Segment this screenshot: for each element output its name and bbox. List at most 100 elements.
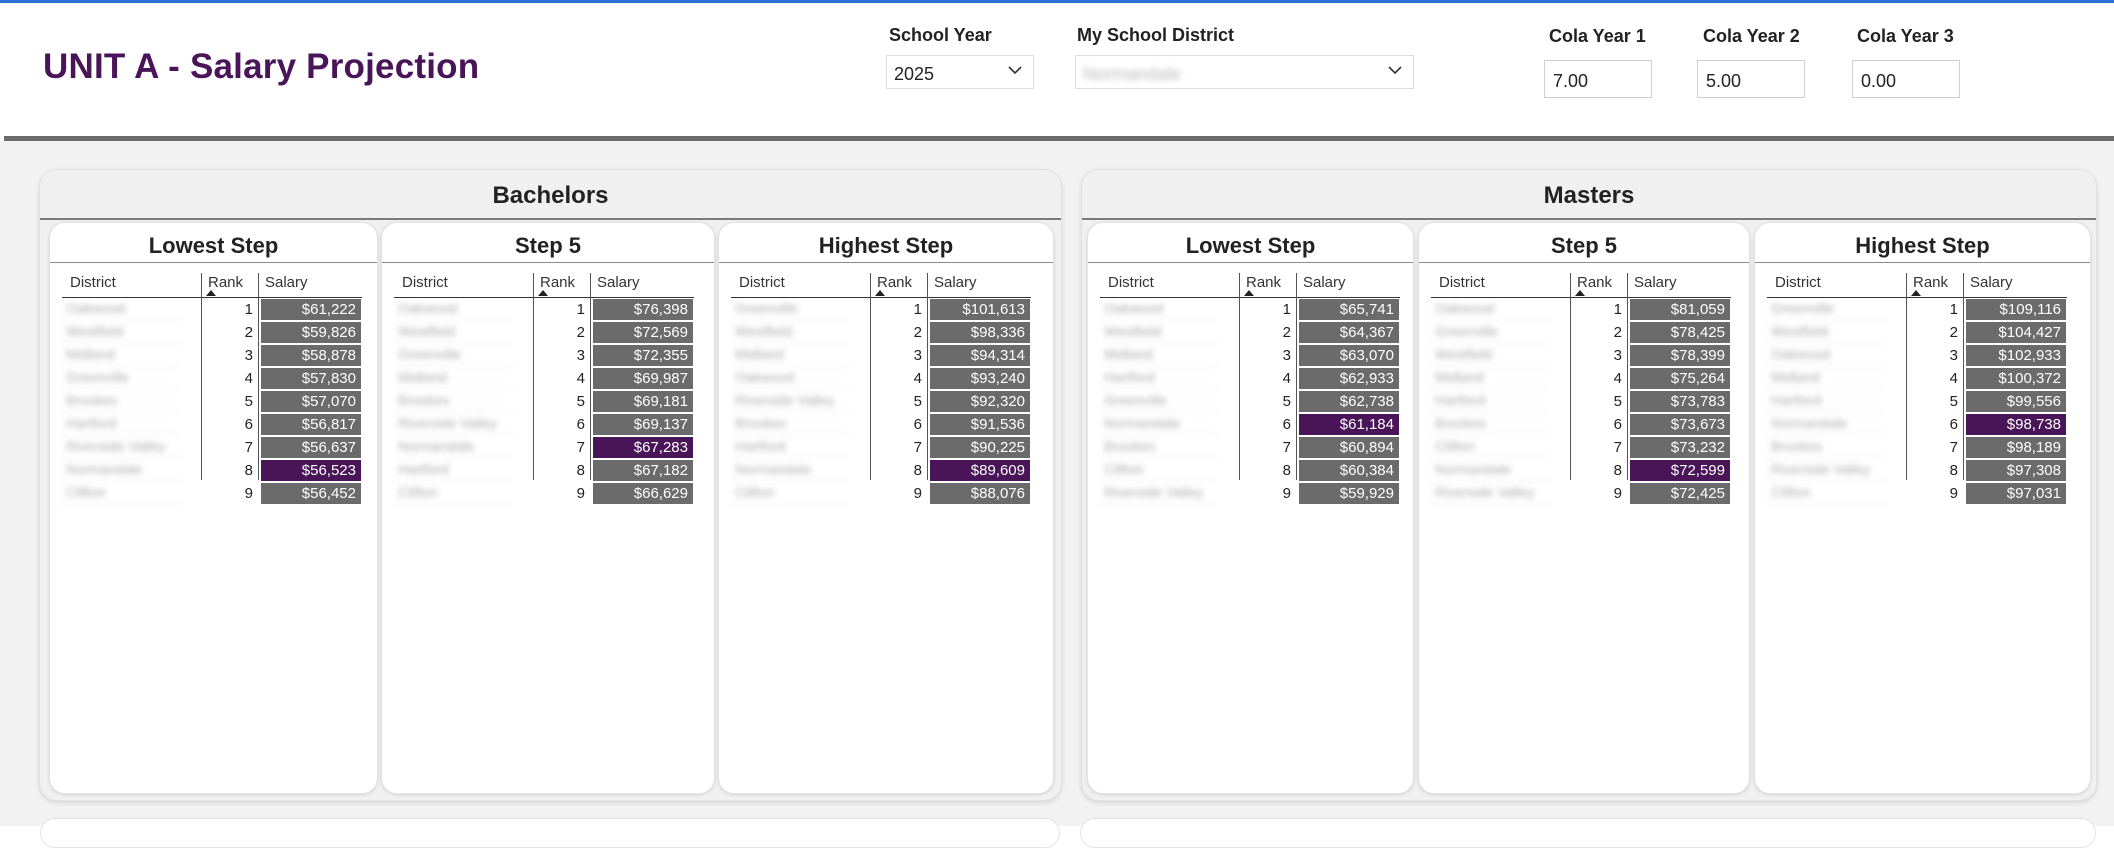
sort-ascending-icon: [1575, 290, 1585, 296]
table-row[interactable]: Brookes 7 $60,894: [1100, 436, 1400, 459]
table-row[interactable]: Clifton 9 $97,031: [1767, 482, 2067, 505]
salary-cell: $91,536: [930, 414, 1030, 435]
card-title: Highest Step: [1855, 233, 1990, 258]
table-row[interactable]: Clifton 9 $66,629: [394, 482, 694, 505]
table-row[interactable]: Clifton 8 $60,384: [1100, 459, 1400, 482]
salary-cell: $59,826: [261, 322, 361, 343]
column-header-rank[interactable]: Rank: [877, 274, 912, 291]
district-cell: Brookes: [394, 392, 512, 412]
column-header-rank[interactable]: Rank: [1246, 274, 1281, 291]
table-row[interactable]: Hartford 4 $62,933: [1100, 367, 1400, 390]
table-row[interactable]: Hartford 5 $99,556: [1767, 390, 2067, 413]
table-row[interactable]: Riverside Valley 6 $69,137: [394, 413, 694, 436]
district-cell: Clifton: [1767, 484, 1885, 504]
cola-year-2-input[interactable]: 5.00: [1697, 60, 1805, 98]
table-row[interactable]: Westfield 2 $64,367: [1100, 321, 1400, 344]
district-cell: Normandale: [1431, 461, 1549, 481]
table-row[interactable]: Hartford 8 $67,182: [394, 459, 694, 482]
column-header-salary[interactable]: Salary: [1634, 274, 1677, 291]
rank-cell: 7: [1613, 439, 1622, 456]
table-row[interactable]: Brookes 7 $98,189: [1767, 436, 2067, 459]
table-row[interactable]: Brookes 5 $69,181: [394, 390, 694, 413]
sort-ascending-icon: [875, 290, 885, 296]
table-row[interactable]: Westfield 2 $72,569: [394, 321, 694, 344]
table-row[interactable]: Riverside Valley 7 $56,637: [62, 436, 362, 459]
table-row[interactable]: Oakwood 1 $76,398: [394, 298, 694, 321]
table-row[interactable]: Greenville 3 $72,355: [394, 344, 694, 367]
table-row[interactable]: Normandale 8 $72,599: [1431, 459, 1731, 482]
table-row[interactable]: Oakwood 3 $102,933: [1767, 344, 2067, 367]
school-year-select[interactable]: 2025: [886, 55, 1034, 89]
column-header-salary[interactable]: Salary: [1970, 274, 2013, 291]
table-row[interactable]: Brookes 6 $91,536: [731, 413, 1031, 436]
table-row[interactable]: Hartford 5 $73,783: [1431, 390, 1731, 413]
table-row[interactable]: Oakwood 4 $93,240: [731, 367, 1031, 390]
table-row[interactable]: Hartford 7 $90,225: [731, 436, 1031, 459]
salary-cell: $56,637: [261, 437, 361, 458]
table-row[interactable]: Riverside Valley 9 $59,929: [1100, 482, 1400, 505]
column-header-rank[interactable]: Rank: [208, 274, 243, 291]
column-header-district[interactable]: District: [70, 274, 116, 291]
column-header-salary[interactable]: Salary: [1303, 274, 1346, 291]
table-row[interactable]: Westfield 3 $78,399: [1431, 344, 1731, 367]
table-header: District Rank Salary: [1100, 273, 1400, 298]
table-row[interactable]: Midland 3 $63,070: [1100, 344, 1400, 367]
table-row[interactable]: Hartford 6 $56,817: [62, 413, 362, 436]
table-row[interactable]: Riverside Valley 9 $72,425: [1431, 482, 1731, 505]
column-header-salary[interactable]: Salary: [265, 274, 308, 291]
table-row[interactable]: Clifton 9 $56,452: [62, 482, 362, 505]
table-row[interactable]: Westfield 2 $104,427: [1767, 321, 2067, 344]
district-cell: Midland: [1431, 369, 1549, 389]
table-row[interactable]: Brookes 6 $73,673: [1431, 413, 1731, 436]
table-row[interactable]: Greenville 5 $62,738: [1100, 390, 1400, 413]
column-header-salary[interactable]: Salary: [597, 274, 640, 291]
salary-cell: $62,933: [1299, 368, 1399, 389]
table-row[interactable]: Normandale 8 $89,609: [731, 459, 1031, 482]
table-row[interactable]: Greenville 2 $78,425: [1431, 321, 1731, 344]
table-row[interactable]: Clifton 7 $73,232: [1431, 436, 1731, 459]
district-cell: Clifton: [731, 484, 849, 504]
table-row[interactable]: Midland 4 $69,987: [394, 367, 694, 390]
table-row[interactable]: Greenville 1 $101,613: [731, 298, 1031, 321]
district-cell: Brookes: [731, 415, 849, 435]
salary-cell: $99,556: [1966, 391, 2066, 412]
rank-cell: 8: [913, 462, 922, 479]
salary-cell: $60,384: [1299, 460, 1399, 481]
table-row[interactable]: Normandale 8 $56,523: [62, 459, 362, 482]
column-header-salary[interactable]: Salary: [934, 274, 977, 291]
table-row[interactable]: Clifton 9 $88,076: [731, 482, 1031, 505]
column-header-district[interactable]: District: [739, 274, 785, 291]
column-header-rank[interactable]: Rank: [540, 274, 575, 291]
table-row[interactable]: Riverside Valley 8 $97,308: [1767, 459, 2067, 482]
table-row[interactable]: Midland 4 $75,264: [1431, 367, 1731, 390]
table-row[interactable]: Midland 3 $94,314: [731, 344, 1031, 367]
card-divider: [1419, 262, 1749, 263]
district-cell: Midland: [1100, 346, 1218, 366]
table-row[interactable]: Normandale 6 $61,184: [1100, 413, 1400, 436]
table-row[interactable]: Normandale 7 $67,283: [394, 436, 694, 459]
salary-cell: $66,629: [593, 483, 693, 504]
table-row[interactable]: Midland 4 $100,372: [1767, 367, 2067, 390]
table-row[interactable]: Westfield 2 $98,336: [731, 321, 1031, 344]
my-district-select[interactable]: Normandale: [1075, 55, 1414, 89]
table-row[interactable]: Greenville 1 $109,116: [1767, 298, 2067, 321]
column-header-district[interactable]: District: [1108, 274, 1154, 291]
cola-year-1-input[interactable]: 7.00: [1544, 60, 1652, 98]
table-row[interactable]: Oakwood 1 $61,222: [62, 298, 362, 321]
rank-cell: 6: [576, 416, 585, 433]
column-header-district[interactable]: District: [402, 274, 448, 291]
table-row[interactable]: Riverside Valley 5 $92,320: [731, 390, 1031, 413]
table-row[interactable]: Westfield 2 $59,826: [62, 321, 362, 344]
column-header-district[interactable]: District: [1439, 274, 1485, 291]
column-header-rank[interactable]: Rank: [1913, 274, 1948, 291]
salary-cell: $88,076: [930, 483, 1030, 504]
cola-year-3-input[interactable]: 0.00: [1852, 60, 1960, 98]
table-row[interactable]: Greenville 4 $57,830: [62, 367, 362, 390]
column-header-district[interactable]: District: [1775, 274, 1821, 291]
table-row[interactable]: Brookes 5 $57,070: [62, 390, 362, 413]
column-header-rank[interactable]: Rank: [1577, 274, 1612, 291]
table-row[interactable]: Normandale 6 $98,738: [1767, 413, 2067, 436]
table-row[interactable]: Midland 3 $58,878: [62, 344, 362, 367]
table-row[interactable]: Oakwood 1 $65,741: [1100, 298, 1400, 321]
table-row[interactable]: Oakwood 1 $81,059: [1431, 298, 1731, 321]
